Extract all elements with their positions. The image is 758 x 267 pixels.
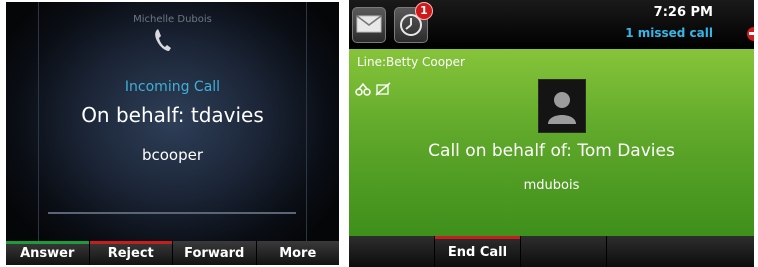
softkey-label: Forward bbox=[184, 246, 245, 261]
softkey-bar: Answer Reject Forward More bbox=[6, 241, 339, 265]
softkey-empty bbox=[607, 236, 692, 267]
envelope-icon bbox=[356, 15, 382, 33]
softkey-label: End Call bbox=[447, 245, 508, 260]
line-label: Line:Betty Cooper bbox=[357, 55, 465, 69]
softkey-label: Reject bbox=[107, 246, 154, 261]
call-details-panel: Line:Betty Cooper Call on behalf of: Tom… bbox=[349, 49, 754, 236]
softkey-empty bbox=[349, 236, 435, 267]
handset-icon bbox=[150, 26, 178, 54]
missed-count-badge: 1 bbox=[415, 2, 433, 20]
call-status-icons bbox=[355, 82, 391, 96]
divider-line bbox=[48, 212, 296, 214]
answer-button[interactable]: Answer bbox=[6, 241, 90, 265]
on-behalf-label: On behalf: tdavies bbox=[81, 103, 264, 127]
called-extension: bcooper bbox=[141, 146, 204, 164]
incoming-call-screen: Michelle Dubois Incoming Call On behalf:… bbox=[6, 2, 339, 265]
call-on-behalf-label: Call on behalf of: Tom Davies bbox=[428, 141, 675, 161]
end-call-button[interactable]: End Call bbox=[435, 236, 521, 267]
softkey-label: Answer bbox=[20, 246, 75, 261]
active-call-screen: 1 7:26 PM 1 missed call Line:Betty Coope… bbox=[349, 0, 754, 267]
softkey-empty bbox=[521, 236, 607, 267]
status-bar: 1 7:26 PM 1 missed call bbox=[349, 0, 754, 48]
forward-icon bbox=[355, 82, 371, 96]
softkey-label: More bbox=[279, 246, 317, 261]
reject-button[interactable]: Reject bbox=[89, 241, 173, 265]
call-status: Incoming Call bbox=[124, 79, 221, 95]
missed-call-notice[interactable]: 1 missed call bbox=[625, 26, 713, 40]
do-not-disturb-icon bbox=[747, 27, 754, 41]
caller-name: Michelle Dubois bbox=[133, 14, 212, 25]
muted-icon bbox=[375, 82, 391, 96]
remote-party: mdubois bbox=[523, 178, 580, 193]
forward-button[interactable]: Forward bbox=[173, 241, 257, 265]
clock-time: 7:26 PM bbox=[653, 5, 713, 20]
messages-button[interactable] bbox=[352, 7, 386, 43]
softkey-bar: End Call bbox=[349, 236, 754, 267]
contact-avatar-icon bbox=[538, 79, 586, 133]
more-button[interactable]: More bbox=[257, 241, 340, 265]
